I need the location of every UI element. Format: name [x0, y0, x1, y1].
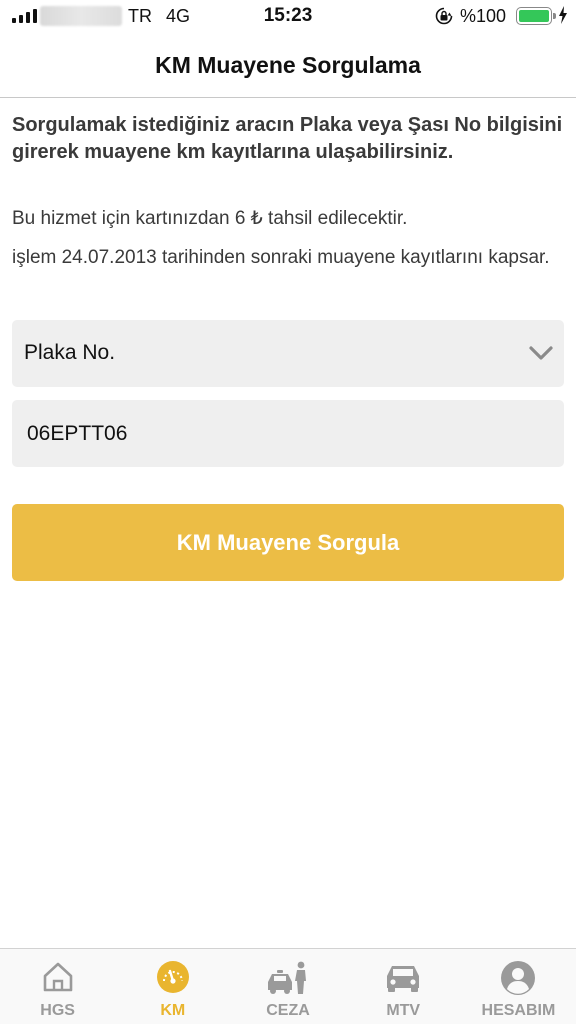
home-icon	[43, 962, 72, 992]
tab-label-ceza: CEZA	[266, 1002, 310, 1019]
police-car-icon	[268, 961, 306, 994]
tab-label-hesabim: HESABIM	[481, 1002, 556, 1019]
rotation-lock-icon	[435, 7, 453, 25]
tab-mtv[interactable]: MTV	[346, 949, 461, 1024]
fee-notice: Bu hizmet için kartınızdan 6 ₺ tahsil ed…	[12, 208, 408, 229]
car-icon	[387, 966, 420, 992]
tab-label-mtv: MTV	[386, 1002, 421, 1019]
tab-label-km: KM	[160, 1002, 186, 1019]
speedometer-icon	[156, 961, 189, 993]
navigation-header: KM Muayene Sorgulama	[0, 34, 576, 98]
tab-hesabim[interactable]: HESABIM	[461, 949, 576, 1024]
km-inspection-screen: TR 4G 15:23 %100 KM Muayene Sorgulama So…	[0, 0, 576, 1024]
user-icon	[501, 961, 536, 995]
query-type-value: Plaka No.	[24, 341, 116, 364]
tab-ceza[interactable]: CEZA	[230, 949, 345, 1024]
intro-text: Sorgulamak istediğiniz aracın Plaka veya…	[12, 114, 563, 163]
battery-percentage: %100	[460, 6, 507, 26]
charging-icon	[559, 6, 567, 24]
scope-notice: işlem 24.07.2013 tarihinden sonraki muay…	[12, 247, 550, 268]
tab-hgs[interactable]: HGS	[0, 949, 115, 1024]
km-query-button[interactable]: KM Muayene Sorgula	[12, 504, 564, 581]
bottom-tab-bar: HGS KM CEZA MTV HESABIM	[0, 948, 576, 1024]
plate-number-input[interactable]	[12, 400, 564, 467]
page-title: KM Muayene Sorgulama	[155, 52, 421, 78]
tab-km[interactable]: KM	[115, 949, 230, 1024]
battery-icon	[516, 7, 556, 25]
tab-label-hgs: HGS	[40, 1002, 75, 1019]
query-type-select[interactable]: Plaka No.	[12, 320, 564, 387]
status-bar: TR 4G 15:23 %100	[0, 0, 576, 34]
chevron-down-icon	[529, 346, 553, 360]
